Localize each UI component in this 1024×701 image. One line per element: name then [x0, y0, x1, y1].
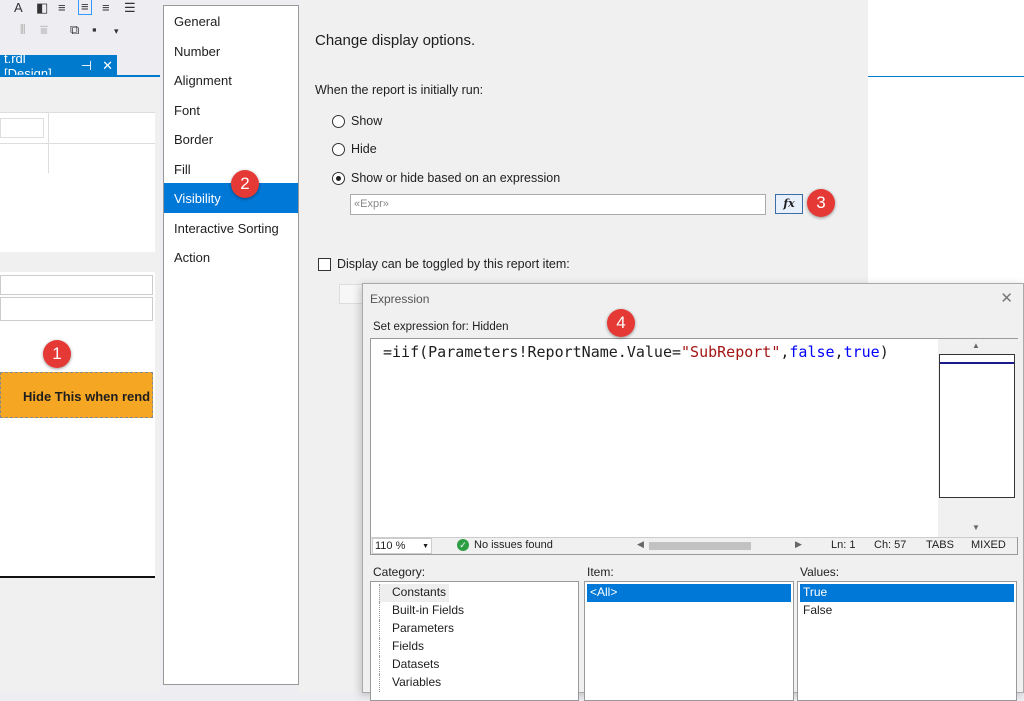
panel-heading: Change display options. — [315, 32, 475, 49]
step-badge-4: 4 — [607, 309, 635, 337]
line-ending-mode[interactable]: MIXED — [971, 539, 1006, 551]
expression-editor[interactable]: =iif(Parameters!ReportName.Value="SubRep… — [370, 338, 1018, 555]
nav-number[interactable]: Number — [164, 36, 298, 66]
check-icon: ✓ — [457, 539, 469, 551]
chevron-down-icon: ▼ — [422, 543, 429, 550]
body-cell[interactable] — [0, 297, 153, 321]
vertical-scrollbar[interactable]: ▲ ▼ — [938, 339, 1018, 537]
category-constants[interactable]: Constants — [379, 584, 449, 602]
send-back-icon[interactable]: ▪ — [92, 22, 97, 37]
column-number: Ch: 57 — [874, 539, 906, 551]
step-badge-3: 3 — [807, 189, 835, 217]
scroll-map[interactable] — [939, 354, 1015, 498]
category-parameters[interactable]: Parameters — [379, 620, 578, 638]
checkbox[interactable] — [318, 258, 331, 271]
close-icon[interactable]: ✕ — [1000, 289, 1013, 307]
category-fields[interactable]: Fields — [379, 638, 578, 656]
code-keyword: true — [844, 343, 880, 361]
editor-status-bar: 110 % ▼ ✓ No issues found ◀ ▶ Ln: 1 Ch: 5… — [371, 537, 1017, 554]
item-all[interactable]: <All> — [587, 584, 791, 602]
code-text: =iif(Parameters!ReportName.Value= — [383, 343, 681, 361]
toolbar: A ◧ ≡ ≡ ≡ ☰ ⫴ ⩸ ⧉ ▪ ▾ — [0, 0, 160, 50]
category-datasets[interactable]: Datasets — [379, 656, 578, 674]
code-string: "SubReport" — [681, 343, 780, 361]
header-cell[interactable] — [0, 118, 44, 138]
radio-label: Hide — [351, 142, 377, 156]
align-left-icon[interactable]: ≡ — [58, 0, 66, 15]
values-label: Values: — [800, 565, 839, 579]
initially-run-label: When the report is initially run: — [315, 83, 483, 97]
category-label: Category: — [373, 565, 425, 579]
radio-expression[interactable]: Show or hide based on an expression — [332, 171, 560, 185]
horizontal-scrollbar[interactable] — [649, 542, 751, 550]
expression-code[interactable]: =iif(Parameters!ReportName.Value="SubRep… — [383, 343, 889, 361]
scroll-left-icon[interactable]: ◀ — [637, 539, 644, 550]
zoom-value: 110 % — [375, 540, 405, 552]
category-tree[interactable]: Constants Built-in Fields Parameters Fie… — [370, 581, 579, 701]
category-built-in-fields[interactable]: Built-in Fields — [379, 602, 578, 620]
close-icon[interactable]: ✕ — [102, 58, 113, 74]
pin-icon[interactable]: ⊣ — [81, 58, 92, 74]
report-header — [0, 112, 155, 252]
value-false[interactable]: False — [800, 602, 1014, 620]
scroll-right-icon[interactable]: ▶ — [795, 539, 802, 550]
hidden-textbox[interactable]: Hide This when rend — [0, 372, 153, 418]
nav-interactive-sorting[interactable]: Interactive Sorting — [164, 213, 298, 243]
list-icon[interactable]: ☰ — [124, 0, 136, 16]
code-text: , — [835, 343, 844, 361]
code-keyword: false — [789, 343, 834, 361]
item-list[interactable]: <All> — [584, 581, 794, 701]
fill-icon[interactable]: ◧ — [36, 0, 48, 16]
bring-front-icon[interactable]: ⧉ — [70, 22, 79, 38]
scroll-down-icon[interactable]: ▼ — [972, 523, 980, 532]
divider — [0, 143, 155, 144]
expression-input[interactable]: «Expr» — [350, 194, 766, 215]
tabs-mode[interactable]: TABS — [926, 539, 954, 551]
overflow-icon[interactable]: ▾ — [114, 26, 119, 37]
document-tab[interactable]: t.rdl [Design] ⊣ ✕ — [0, 55, 117, 76]
align-center-icon[interactable]: ≡ — [78, 0, 92, 15]
values-list[interactable]: True False — [797, 581, 1017, 701]
step-badge-2: 2 — [231, 170, 259, 198]
checkbox-label: Display can be toggled by this report it… — [337, 257, 570, 271]
issues-status: No issues found — [474, 539, 553, 551]
radio-label: Show or hide based on an expression — [351, 171, 560, 185]
zoom-select[interactable]: 110 % ▼ — [372, 538, 432, 554]
scroll-up-icon[interactable]: ▲ — [972, 341, 980, 350]
line-number: Ln: 1 — [831, 539, 855, 551]
fx-button[interactable]: fx — [775, 194, 803, 214]
value-true[interactable]: True — [800, 584, 1014, 602]
step-badge-1: 1 — [43, 340, 71, 368]
radio-label: Show — [351, 114, 382, 128]
nav-action[interactable]: Action — [164, 242, 298, 272]
properties-nav: General Number Alignment Font Border Fil… — [163, 5, 299, 685]
font-color-icon[interactable]: A — [14, 0, 23, 15]
code-text: ) — [880, 343, 889, 361]
nav-border[interactable]: Border — [164, 124, 298, 154]
accent-line — [868, 76, 1024, 77]
nav-alignment[interactable]: Alignment — [164, 65, 298, 95]
align-right-icon[interactable]: ≡ — [102, 0, 110, 15]
body-cell[interactable] — [0, 275, 153, 295]
nav-font[interactable]: Font — [164, 95, 298, 125]
toggle-checkbox[interactable]: Display can be toggled by this report it… — [318, 257, 570, 271]
report-body — [0, 272, 155, 578]
spacing-icon[interactable]: ⩸ — [40, 22, 48, 38]
dialog-title: Expression — [370, 292, 429, 306]
set-expression-label: Set expression for: Hidden — [373, 321, 509, 333]
radio-show[interactable]: Show — [332, 114, 382, 128]
radio-hide[interactable]: Hide — [332, 142, 377, 156]
distribute-icon[interactable]: ⫴ — [20, 22, 25, 38]
category-variables[interactable]: Variables — [379, 674, 578, 692]
nav-general[interactable]: General — [164, 6, 298, 36]
item-label: Item: — [587, 565, 614, 579]
